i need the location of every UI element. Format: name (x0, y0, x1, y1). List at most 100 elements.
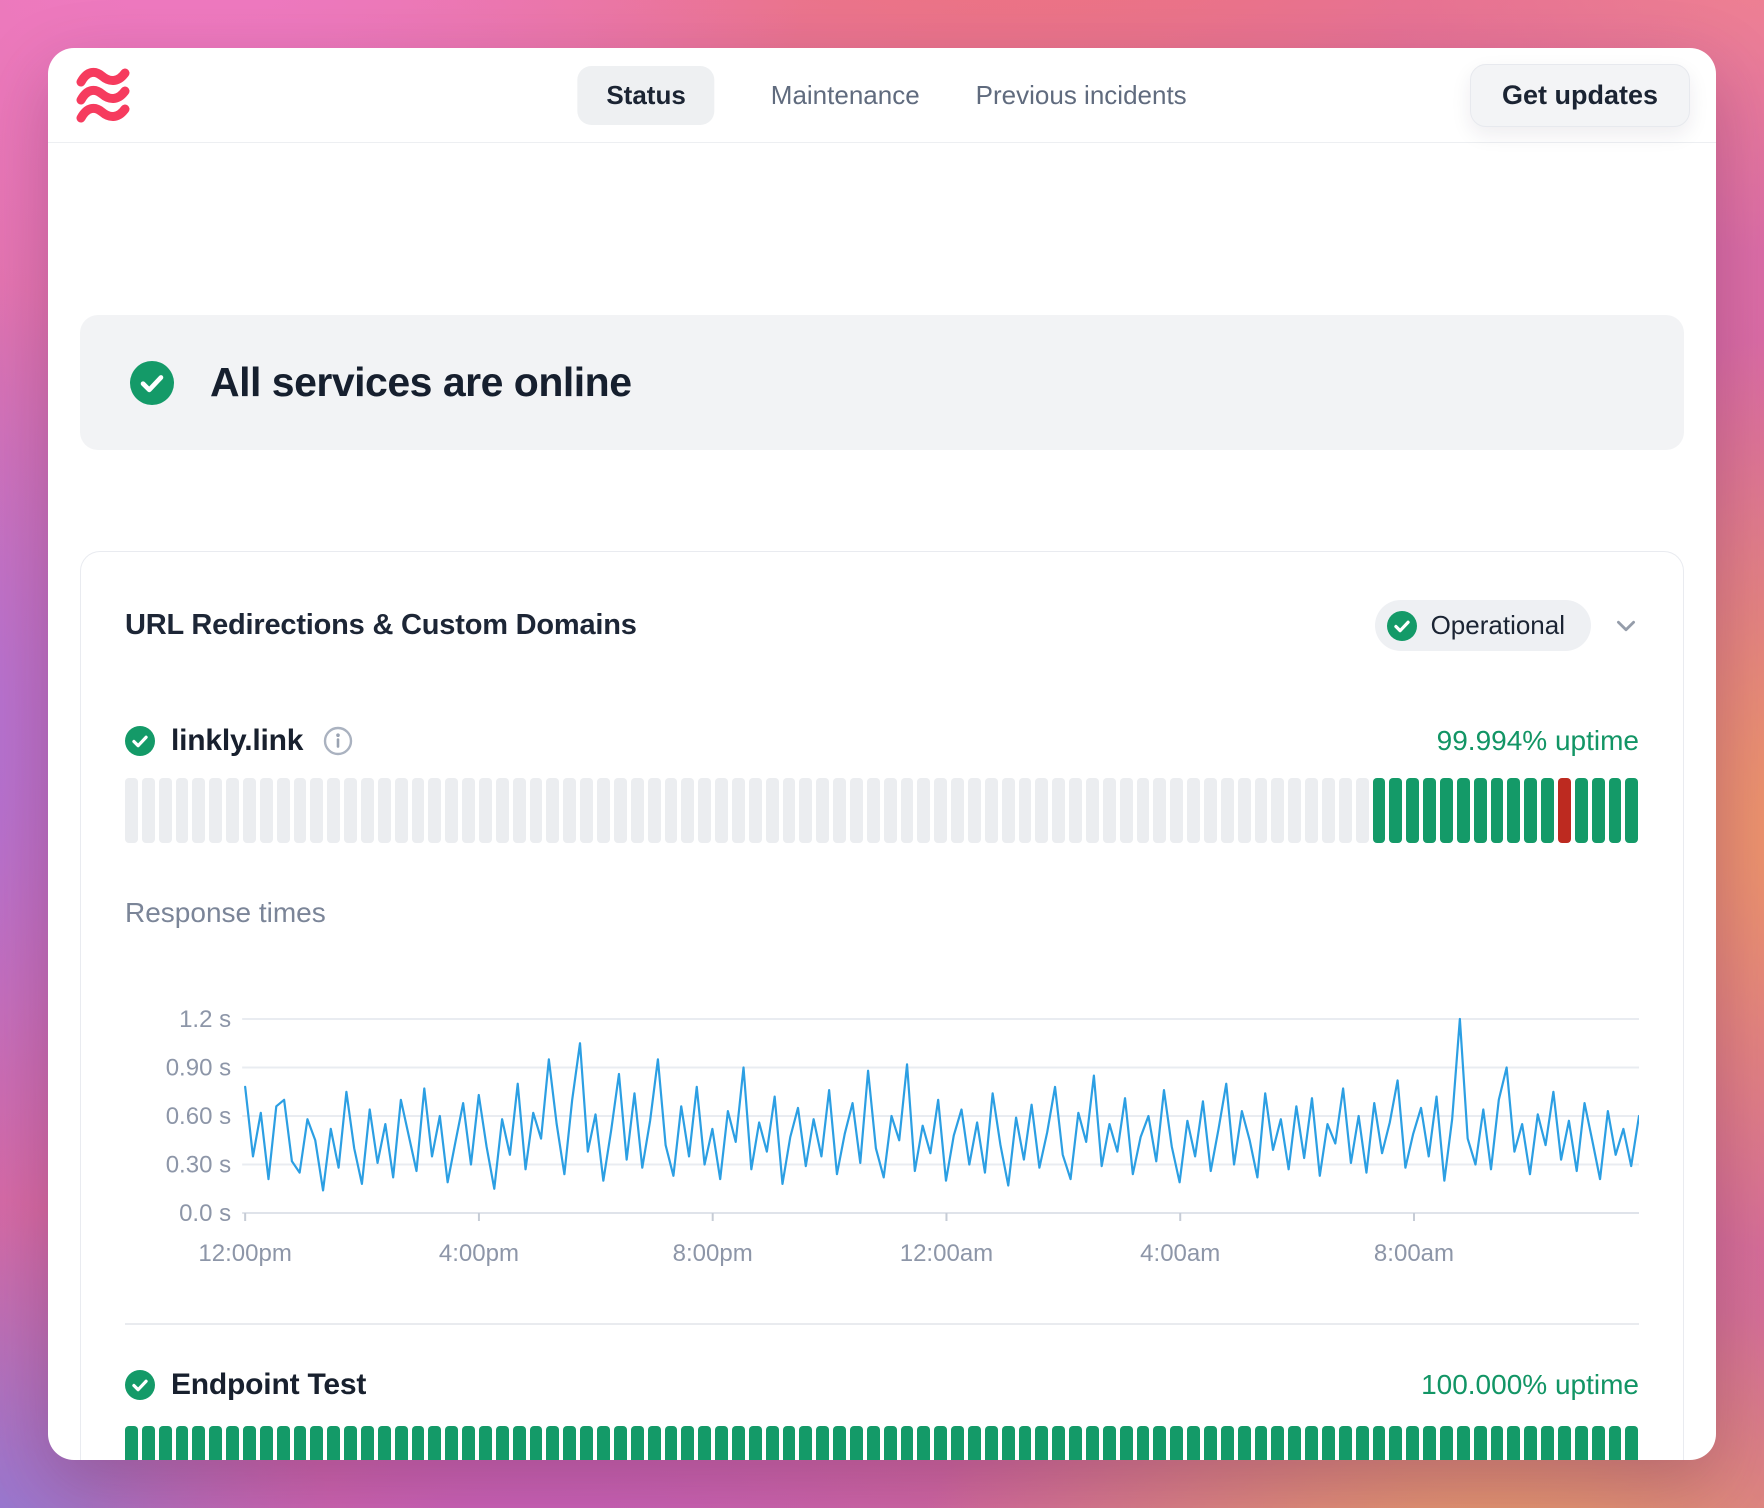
uptime-bar[interactable] (226, 1426, 239, 1460)
uptime-bar[interactable] (698, 1426, 711, 1460)
uptime-bar[interactable] (951, 1426, 964, 1460)
uptime-bar[interactable] (1153, 1426, 1166, 1460)
uptime-bar[interactable] (1103, 778, 1116, 843)
uptime-bar[interactable] (850, 778, 863, 843)
uptime-bar[interactable] (277, 778, 290, 843)
uptime-bar[interactable] (445, 1426, 458, 1460)
uptime-bar[interactable] (665, 778, 678, 843)
uptime-bar[interactable] (344, 778, 357, 843)
uptime-bar[interactable] (1170, 778, 1183, 843)
response-time-chart[interactable]: 0.0 s0.30 s0.60 s0.90 s1.2 s12:00pm4:00p… (125, 961, 1639, 1291)
uptime-bar[interactable] (968, 1426, 981, 1460)
uptime-bar[interactable] (192, 1426, 205, 1460)
uptime-bar[interactable] (1609, 778, 1622, 843)
uptime-bar[interactable] (614, 1426, 627, 1460)
uptime-bar[interactable] (1440, 778, 1453, 843)
uptime-bar[interactable] (715, 1426, 728, 1460)
uptime-bar[interactable] (681, 778, 694, 843)
uptime-bar[interactable] (125, 1426, 138, 1460)
uptime-bar[interactable] (1356, 1426, 1369, 1460)
uptime-bar[interactable] (614, 778, 627, 843)
uptime-bar[interactable] (1271, 778, 1284, 843)
uptime-bar[interactable] (1558, 778, 1571, 843)
uptime-bar[interactable] (563, 778, 576, 843)
uptime-bar[interactable] (1221, 1426, 1234, 1460)
uptime-bar[interactable] (378, 1426, 391, 1460)
uptime-bar[interactable] (749, 1426, 762, 1460)
uptime-bar[interactable] (546, 778, 559, 843)
uptime-bar[interactable] (1120, 778, 1133, 843)
uptime-bar[interactable] (563, 1426, 576, 1460)
uptime-bar[interactable] (1625, 1426, 1638, 1460)
uptime-bar[interactable] (698, 778, 711, 843)
uptime-bar[interactable] (209, 1426, 222, 1460)
uptime-bar[interactable] (260, 778, 273, 843)
uptime-bar[interactable] (968, 778, 981, 843)
uptime-bar[interactable] (1052, 1426, 1065, 1460)
uptime-bar[interactable] (766, 778, 779, 843)
uptime-bar[interactable] (1322, 1426, 1335, 1460)
uptime-bar[interactable] (1069, 1426, 1082, 1460)
uptime-bar[interactable] (1440, 1426, 1453, 1460)
uptime-bar[interactable] (1137, 778, 1150, 843)
uptime-bar[interactable] (1086, 778, 1099, 843)
uptime-bar[interactable] (1575, 1426, 1588, 1460)
uptime-bar[interactable] (985, 778, 998, 843)
uptime-bar[interactable] (934, 778, 947, 843)
tab-status[interactable]: Status (577, 66, 714, 125)
uptime-bar[interactable] (159, 778, 172, 843)
uptime-bar[interactable] (142, 1426, 155, 1460)
uptime-bar[interactable] (1339, 778, 1352, 843)
uptime-bar[interactable] (1474, 778, 1487, 843)
uptime-bar[interactable] (1288, 778, 1301, 843)
uptime-bar[interactable] (1221, 778, 1234, 843)
uptime-bar[interactable] (631, 778, 644, 843)
uptime-bar[interactable] (1423, 778, 1436, 843)
uptime-bar[interactable] (816, 778, 829, 843)
uptime-bar[interactable] (1373, 778, 1386, 843)
uptime-bar[interactable] (1558, 1426, 1571, 1460)
uptime-bar[interactable] (378, 778, 391, 843)
uptime-bar[interactable] (209, 778, 222, 843)
uptime-bar[interactable] (631, 1426, 644, 1460)
uptime-bar[interactable] (867, 1426, 880, 1460)
uptime-bar[interactable] (1356, 778, 1369, 843)
uptime-bar[interactable] (1389, 778, 1402, 843)
uptime-bar[interactable] (833, 778, 846, 843)
uptime-bar[interactable] (327, 778, 340, 843)
uptime-bar[interactable] (260, 1426, 273, 1460)
uptime-bar[interactable] (1002, 1426, 1015, 1460)
uptime-bar[interactable] (243, 778, 256, 843)
uptime-bar[interactable] (867, 778, 880, 843)
uptime-bar[interactable] (732, 1426, 745, 1460)
uptime-bar[interactable] (1592, 778, 1605, 843)
uptime-bar[interactable] (985, 1426, 998, 1460)
uptime-bar[interactable] (428, 778, 441, 843)
uptime-bar[interactable] (1457, 1426, 1470, 1460)
uptime-bar[interactable] (715, 778, 728, 843)
uptime-bar[interactable] (1086, 1426, 1099, 1460)
uptime-bar[interactable] (1406, 778, 1419, 843)
uptime-bar[interactable] (1507, 778, 1520, 843)
uptime-bar[interactable] (294, 778, 307, 843)
uptime-bar[interactable] (1153, 778, 1166, 843)
uptime-bar[interactable] (1575, 778, 1588, 843)
uptime-bar[interactable] (1238, 1426, 1251, 1460)
uptime-bar[interactable] (1238, 778, 1251, 843)
uptime-bar[interactable] (648, 778, 661, 843)
uptime-bar[interactable] (1271, 1426, 1284, 1460)
uptime-bar[interactable] (1524, 778, 1537, 843)
uptime-history-bars[interactable] (125, 778, 1639, 843)
uptime-bar[interactable] (496, 778, 509, 843)
logo-link[interactable] (74, 67, 132, 123)
uptime-bar[interactable] (1052, 778, 1065, 843)
uptime-bar[interactable] (125, 778, 138, 843)
uptime-bar[interactable] (783, 1426, 796, 1460)
uptime-bar[interactable] (884, 1426, 897, 1460)
uptime-bar[interactable] (1035, 1426, 1048, 1460)
uptime-bar[interactable] (1187, 1426, 1200, 1460)
uptime-bar[interactable] (1339, 1426, 1352, 1460)
uptime-bar[interactable] (934, 1426, 947, 1460)
uptime-bar[interactable] (1524, 1426, 1537, 1460)
uptime-bar[interactable] (226, 778, 239, 843)
